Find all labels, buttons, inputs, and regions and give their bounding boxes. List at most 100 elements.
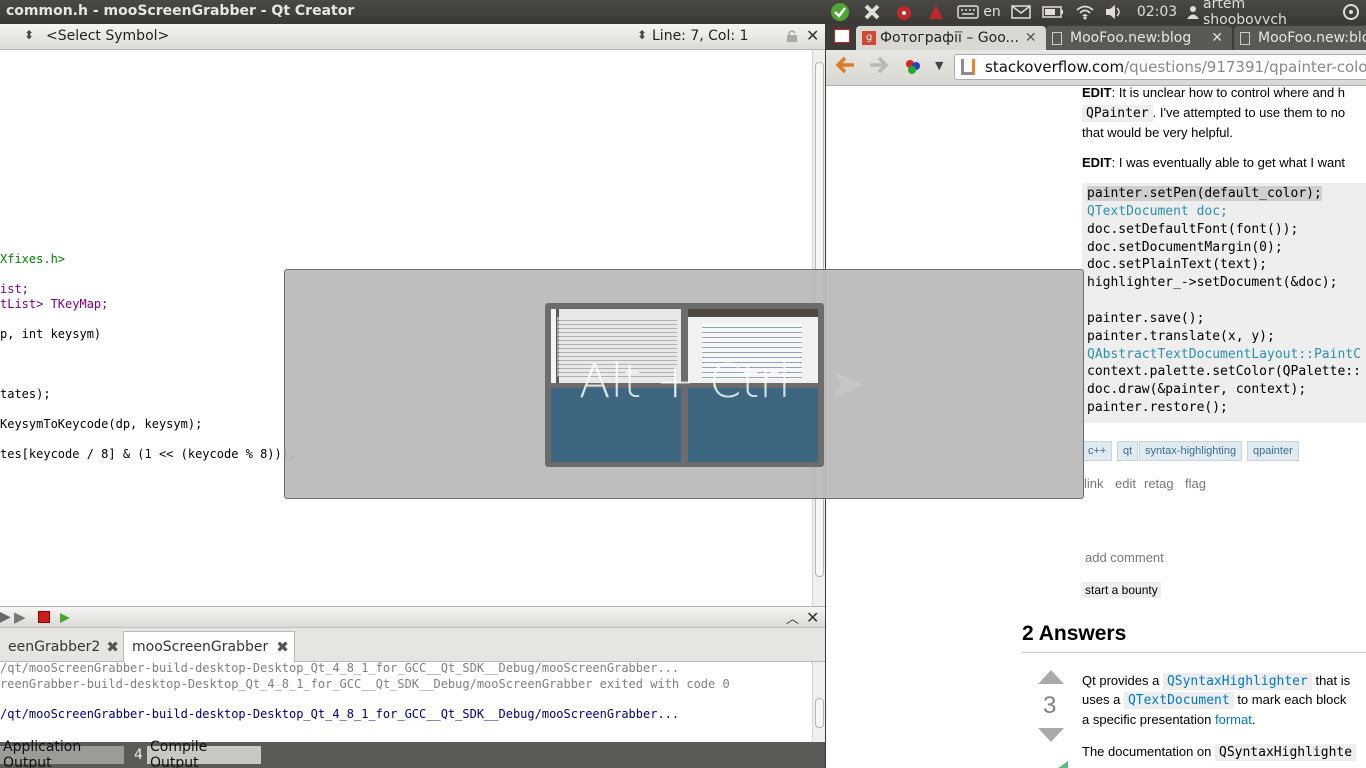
editor-toolbar: ⬍ <Select Symbol> ⬍ Line: 7, Col: 1 ✕ bbox=[0, 24, 825, 50]
close-editor-icon[interactable]: ✕ bbox=[806, 26, 819, 45]
code-line: highlighter_->setDocument(&doc); bbox=[1087, 275, 1338, 290]
page-icon bbox=[1240, 31, 1250, 45]
power-gear-icon[interactable] bbox=[1340, 2, 1362, 22]
tab-label: eenGrabber2 bbox=[8, 638, 101, 655]
close-pane-icon[interactable]: ✕ bbox=[806, 608, 819, 627]
post-link-edit[interactable]: edit bbox=[1115, 476, 1136, 491]
back-arrow-icon[interactable] bbox=[834, 54, 856, 80]
tab-moo-screen-grabber-2[interactable]: eenGrabber2 ✖ bbox=[0, 631, 124, 662]
reload-colors-icon[interactable] bbox=[904, 58, 922, 80]
answer-line-3: a specific presentation format. bbox=[1082, 712, 1255, 727]
inline-code: QPainter bbox=[1082, 105, 1153, 122]
wifi-icon[interactable] bbox=[1074, 2, 1096, 22]
edit-note-1-line3: that would be very helpful. bbox=[1082, 125, 1234, 140]
ws-window-thumb bbox=[688, 309, 818, 317]
edit-note-1-line2: QPainter. I've attempted to use them to … bbox=[1082, 105, 1345, 122]
close-tab-icon[interactable]: ✖ bbox=[276, 638, 289, 656]
answers-heading: 2 Answers bbox=[1022, 622, 1127, 645]
tab-photos[interactable]: g Фотографії – Goo... ✕ bbox=[856, 26, 1046, 50]
keyboard-icon[interactable] bbox=[956, 2, 980, 22]
format-link[interactable]: format bbox=[1215, 712, 1252, 727]
post-link-link[interactable]: link bbox=[1084, 476, 1104, 491]
file-combo-arrow-icon[interactable]: ⬍ bbox=[24, 28, 34, 42]
tab-moo-screen-grabber[interactable]: mooScreenGrabber ✖ bbox=[123, 631, 295, 662]
answer-line-1: Qt provides a QSyntaxHighlighter that is bbox=[1082, 673, 1351, 690]
tab-moofoo-blog-1[interactable]: MooFoo.new:blog ✕ bbox=[1046, 26, 1232, 50]
answer-line-2: uses a QTextDocument to mark each block bbox=[1082, 692, 1346, 709]
browser-tab-strip: g Фотографії – Goo... ✕ MooFoo.new:blog … bbox=[826, 24, 1366, 50]
symbol-select[interactable]: <Select Symbol> bbox=[46, 28, 169, 44]
compile-output-number[interactable]: 4 bbox=[131, 746, 146, 764]
rerun-icon[interactable] bbox=[58, 610, 72, 629]
output-status-bar: Application Output 4 Compile Output bbox=[0, 739, 825, 768]
maximize-pane-icon[interactable]: ︿ bbox=[786, 608, 799, 627]
upvote-arrow-icon[interactable] bbox=[1038, 670, 1064, 689]
tab-label: Фотографії – Goo... bbox=[880, 30, 1019, 46]
beetle-icon[interactable] bbox=[925, 2, 947, 22]
forward-arrow-icon[interactable] bbox=[868, 54, 890, 80]
post-link-flag[interactable]: flag bbox=[1185, 476, 1206, 491]
run-arrow-icon[interactable]: ▶ bbox=[0, 609, 11, 625]
output-line: /qt/mooScreenGrabber-build-desktop-Deskt… bbox=[0, 707, 680, 721]
close-tab-icon[interactable]: ✕ bbox=[1025, 30, 1037, 46]
bug-icon[interactable] bbox=[893, 2, 915, 22]
gplus-icon: g bbox=[862, 31, 876, 45]
compile-output-button[interactable]: Compile Output bbox=[147, 739, 261, 768]
user-icon[interactable] bbox=[1186, 2, 1200, 22]
tab-moofoo-blog-2[interactable]: MooFoo.new:blo bbox=[1234, 26, 1366, 50]
play-icon[interactable]: ▶ bbox=[14, 608, 26, 626]
stop-icon[interactable] bbox=[38, 611, 50, 623]
code-line: doc.setDocumentMargin(0); bbox=[1087, 240, 1283, 255]
code-line: p, int keysym) bbox=[0, 327, 102, 341]
history-dropdown-icon[interactable]: ▼ bbox=[935, 59, 943, 72]
top-panel: common.h - mooScreenGrabber - Qt Creator… bbox=[0, 0, 1366, 28]
twitter-bird-icon[interactable] bbox=[861, 2, 883, 22]
clock[interactable]: 02:03 bbox=[1136, 2, 1178, 22]
battery-icon[interactable] bbox=[1042, 2, 1064, 22]
edit-note-1: EDIT: It is unclear how to control where… bbox=[1082, 85, 1345, 100]
code-line: doc.draw(&painter, context); bbox=[1087, 382, 1307, 397]
stackoverflow-favicon bbox=[961, 59, 975, 75]
close-tab-icon[interactable]: ✕ bbox=[1211, 30, 1223, 46]
output-scroll-thumb[interactable] bbox=[815, 698, 824, 728]
user-name[interactable]: artem shoobovych bbox=[1203, 0, 1331, 28]
code-line: painter.setPen(default_color); bbox=[1087, 186, 1322, 201]
tag-qt[interactable]: qt bbox=[1117, 441, 1139, 461]
code-line: QTextDocument doc; bbox=[1087, 204, 1228, 219]
code-line: doc.setDefaultFont(font()); bbox=[1087, 222, 1299, 237]
symbol-combo-arrow-icon[interactable]: ⬍ bbox=[637, 28, 647, 42]
gmail-icon[interactable] bbox=[834, 29, 850, 43]
application-output[interactable]: /qt/mooScreenGrabber-build-desktop-Deskt… bbox=[0, 661, 812, 742]
tag-qpainter[interactable]: qpainter bbox=[1247, 441, 1299, 461]
keyboard-layout[interactable]: en bbox=[982, 2, 1002, 22]
code-line: KeysymToKeycode(dp, keysym); bbox=[0, 417, 203, 431]
code-line: doc.setPlainText(text); bbox=[1087, 257, 1268, 272]
mail-icon[interactable] bbox=[1010, 2, 1032, 22]
answer-text: that is bbox=[1315, 673, 1351, 688]
application-output-label: Application Output bbox=[3, 739, 82, 768]
window-title: common.h - mooScreenGrabber - Qt Creator bbox=[6, 3, 355, 19]
inline-code-link[interactable]: QSyntaxHighlighter bbox=[1162, 673, 1312, 690]
url-path: /questions/917391/qpainter-colored-t bbox=[1124, 58, 1366, 76]
downvote-arrow-icon[interactable] bbox=[1038, 728, 1064, 747]
tab-label: MooFoo.new:blo bbox=[1258, 30, 1366, 46]
edit-text: : I was eventually able to get what I wa… bbox=[1111, 155, 1346, 170]
start-bounty-button[interactable]: start a bounty bbox=[1082, 582, 1161, 598]
code-line: ist; bbox=[0, 282, 29, 296]
add-comment-link[interactable]: add comment bbox=[1085, 550, 1164, 565]
tag-syntax-highlighting[interactable]: syntax-highlighting bbox=[1139, 441, 1243, 461]
application-output-button[interactable]: Application Output bbox=[0, 739, 124, 768]
close-tab-icon[interactable]: ✖ bbox=[106, 638, 119, 656]
inline-code-link[interactable]: QTextDocument bbox=[1123, 692, 1234, 709]
output-scrollbar[interactable] bbox=[812, 662, 825, 742]
code-line: QAbstractTextDocumentLayout::PaintC bbox=[1087, 347, 1361, 362]
tag-cpp[interactable]: c++ bbox=[1082, 441, 1113, 461]
lock-icon[interactable] bbox=[785, 29, 799, 47]
tab-label: mooScreenGrabber bbox=[132, 639, 269, 655]
line-col-indicator[interactable]: Line: 7, Col: 1 bbox=[652, 28, 748, 44]
vote-count: 3 bbox=[1043, 692, 1057, 719]
update-check-icon[interactable] bbox=[829, 2, 851, 22]
post-link-retag[interactable]: retag bbox=[1144, 476, 1174, 491]
volume-icon[interactable] bbox=[1103, 2, 1125, 22]
url-bar[interactable]: stackoverflow.com/questions/917391/qpain… bbox=[954, 54, 1366, 80]
